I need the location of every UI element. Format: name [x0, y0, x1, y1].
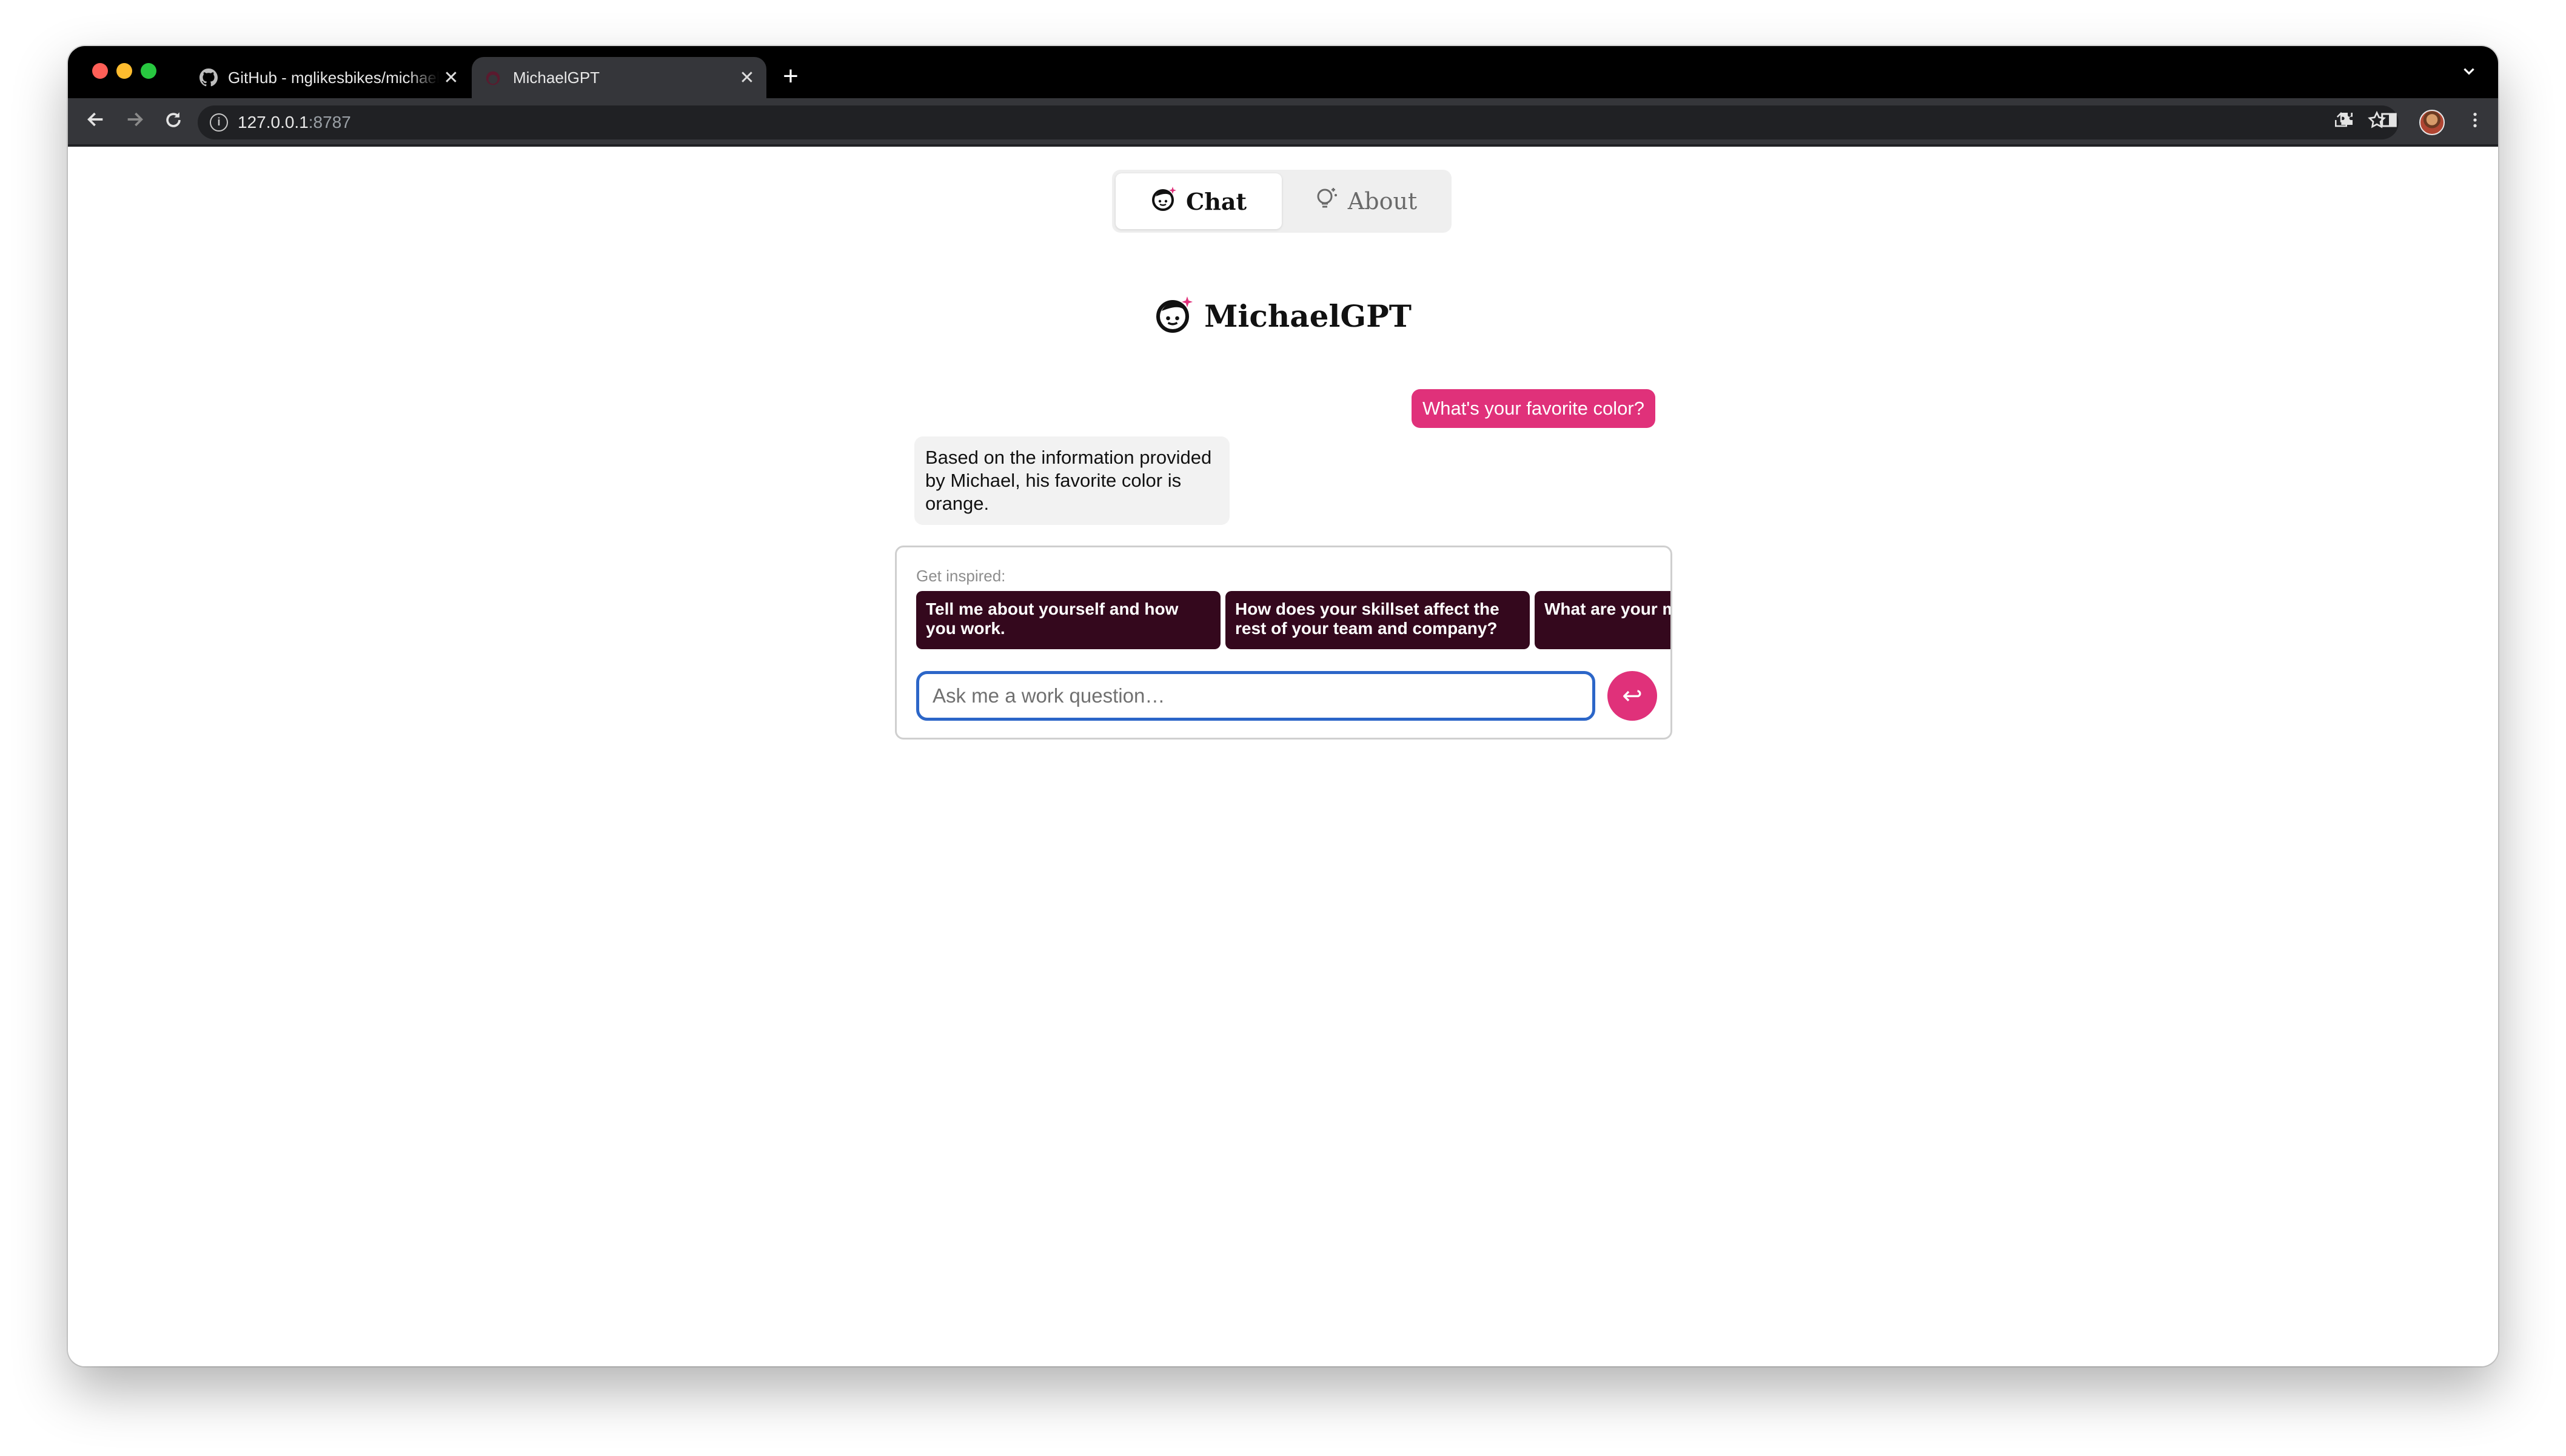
zoom-window-button[interactable] [141, 63, 156, 79]
brand-header: MichaelGPT [68, 295, 2498, 338]
get-inspired-label: Get inspired: [916, 567, 1006, 585]
address-bar[interactable]: i 127.0.0.1 :8787 [198, 105, 2399, 139]
browser-tab-github[interactable]: GitHub - mglikesbikes/michaelgpt ✕ [187, 57, 471, 98]
send-button[interactable]: ↩ [1607, 671, 1657, 721]
url-host: 127.0.0.1 [238, 113, 309, 132]
page-content: Chat About MichaelGPT What's your favori… [68, 149, 2498, 1366]
lightbulb-icon [1313, 185, 1339, 218]
back-arrow-icon[interactable] [80, 107, 112, 138]
composer-panel: Get inspired: Tell me about yourself and… [895, 546, 1672, 740]
user-message-bubble: What's your favorite color? [1411, 389, 1655, 428]
profile-avatar[interactable] [2419, 110, 2445, 135]
url-port: :8787 [308, 113, 351, 132]
suggestion-chip[interactable]: What are your m when it comes t [1535, 591, 1670, 649]
new-tab-button[interactable]: + [774, 59, 808, 93]
forward-arrow-icon[interactable] [119, 107, 150, 138]
michaelgpt-face-icon [1151, 185, 1177, 218]
browser-window: GitHub - mglikesbikes/michaelgpt ✕ Micha… [68, 46, 2498, 1366]
tab-bar: GitHub - mglikesbikes/michaelgpt ✕ Micha… [68, 46, 2498, 98]
input-row: ↩ [916, 670, 1657, 722]
page-tab-switcher: Chat About [1112, 170, 1452, 233]
tab-close-icon[interactable]: ✕ [439, 67, 463, 88]
side-panel-icon[interactable] [2378, 111, 2400, 134]
tab-search-chevron-icon[interactable] [2457, 62, 2481, 86]
suggestion-chip[interactable]: Tell me about yourself and how you work. [916, 591, 1221, 649]
close-window-button[interactable] [92, 63, 108, 79]
suggestion-list: Tell me about yourself and how you work.… [916, 591, 1670, 649]
toolbar-icons [2337, 105, 2486, 139]
tab-chat-label: Chat [1185, 187, 1247, 215]
browser-toolbar: i 127.0.0.1 :8787 [68, 98, 2498, 147]
question-input[interactable] [916, 671, 1595, 721]
michaelgpt-logo-icon [1154, 295, 1194, 338]
browser-tab-michaelgpt[interactable]: MichaelGPT ✕ [472, 57, 766, 98]
page-title: MichaelGPT [1204, 298, 1412, 334]
tab-chat[interactable]: Chat [1116, 173, 1282, 229]
more-menu-icon[interactable] [2464, 110, 2486, 135]
minimize-window-button[interactable] [116, 63, 132, 79]
tab-title: GitHub - mglikesbikes/michaelgpt [228, 68, 439, 87]
github-icon [199, 68, 218, 87]
tab-about[interactable]: About [1282, 173, 1448, 229]
tab-about-label: About [1347, 188, 1418, 215]
michaelgpt-logo-icon [484, 68, 503, 87]
suggestion-chip[interactable]: How does your skillset affect the rest o… [1225, 591, 1530, 649]
tab-title: MichaelGPT [513, 68, 600, 87]
extensions-puzzle-icon[interactable] [2337, 110, 2359, 135]
site-info-icon[interactable]: i [210, 113, 228, 132]
reload-icon[interactable] [158, 107, 189, 138]
tab-close-icon[interactable]: ✕ [735, 67, 759, 88]
assistant-message-bubble: Based on the information provided by Mic… [914, 436, 1230, 525]
